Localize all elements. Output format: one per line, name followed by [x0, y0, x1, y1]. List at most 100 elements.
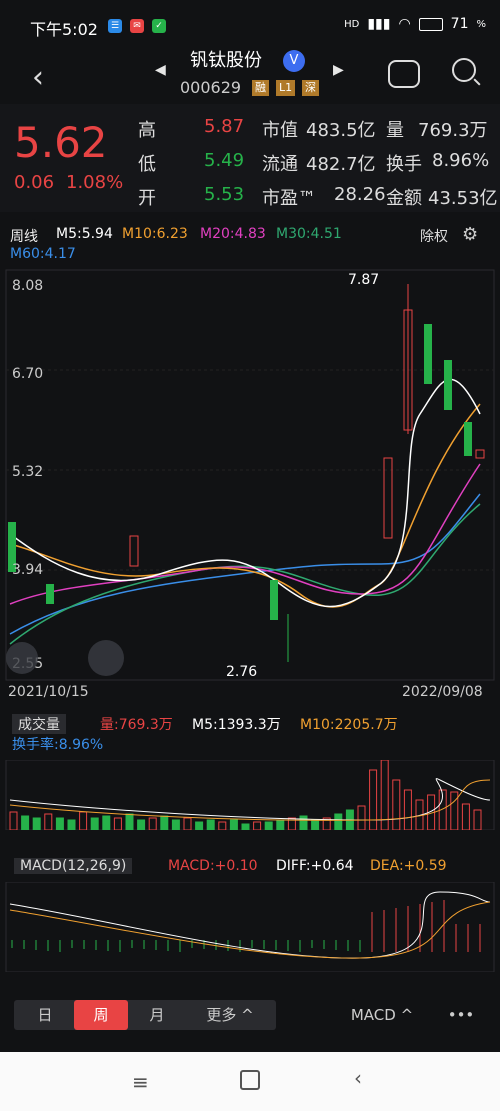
y-label-4: 3.94 — [12, 562, 43, 578]
volume-bar — [253, 821, 262, 830]
candles — [8, 284, 485, 662]
volume-bar — [218, 821, 227, 830]
vol-m5: M5:1393.3万 — [192, 717, 281, 733]
volume-bar — [195, 821, 204, 830]
battery-icon — [418, 17, 443, 31]
macd-bars — [11, 900, 481, 952]
volume-bar — [369, 769, 378, 830]
value-float: 482.7亿 — [306, 154, 376, 175]
volume-bar — [241, 823, 250, 830]
prev-stock-button[interactable]: ◀ — [155, 62, 166, 78]
back-button[interactable]: ‹ — [32, 60, 44, 95]
ma30-label: M30:4.51 — [276, 226, 342, 242]
volume-chart[interactable] — [0, 760, 500, 830]
volume-bar — [461, 803, 470, 830]
volume-bar — [450, 791, 459, 830]
label-amount: 金额 — [386, 188, 422, 209]
volume-bar — [90, 817, 99, 830]
volume-bar — [171, 819, 180, 830]
robot-icon[interactable] — [388, 60, 420, 88]
label-open: 开 — [138, 188, 156, 209]
stock-code: 000629 — [180, 78, 242, 97]
volume-bar — [183, 817, 192, 830]
kline-chart[interactable]: 8.08 6.70 5.32 3.94 2.55 7.87 2.76 — [0, 264, 500, 684]
y-label-mid: 6.70 — [12, 366, 43, 382]
app-icon: ✉ — [130, 19, 144, 33]
ma60-label: M60:4.17 — [10, 246, 76, 262]
period-label[interactable]: 周线 — [10, 226, 38, 246]
macd-diff: DIFF:+0.64 — [276, 858, 354, 874]
battery-level: 71 — [450, 16, 469, 32]
volume-bar — [206, 819, 215, 830]
current-price: 5.62 — [14, 118, 108, 167]
drag-handle-left — [6, 642, 38, 674]
label-pe: 市盈™ — [262, 188, 316, 209]
volume-bar — [21, 815, 30, 830]
tag-margin: 融 — [252, 80, 269, 96]
volume-bar — [392, 779, 401, 830]
diff-line — [9, 891, 491, 959]
settings-icon[interactable]: ⚙ — [462, 224, 478, 245]
macd-chart[interactable] — [0, 882, 500, 972]
value-pe: 28.26 — [334, 184, 386, 205]
search-icon[interactable] — [452, 58, 476, 82]
next-stock-button[interactable]: ▶ — [333, 62, 344, 78]
tab-week[interactable]: 周 — [74, 1000, 128, 1030]
vol-ma5-line — [9, 778, 491, 821]
label-float: 流通 — [262, 154, 298, 175]
value-high: 5.87 — [204, 116, 245, 137]
volume-bar — [113, 817, 122, 830]
candle — [129, 535, 139, 567]
tab-month[interactable]: 月 — [134, 1000, 180, 1030]
volume-bar — [148, 817, 157, 830]
volume-bar — [102, 815, 111, 830]
volume-bar — [137, 819, 146, 830]
vol-indicator-select[interactable]: 成交量 — [12, 714, 66, 734]
volume-bar — [9, 811, 18, 830]
volume-bar — [311, 819, 320, 830]
turnover-rate: 换手率:8.96% — [12, 737, 104, 753]
system-nav-bar: ≡ ‹ — [0, 1052, 500, 1111]
candle — [270, 580, 278, 620]
vol-value: 量:769.3万 — [100, 717, 173, 733]
status-bar: 下午5:02 ☰ ✉ ✓ HD ▮▮▮ ◠ 71% — [0, 0, 500, 52]
back-nav-icon[interactable]: ‹ — [354, 1066, 362, 1090]
verified-icon: V — [283, 50, 305, 72]
value-turnover: 8.96% — [432, 150, 490, 171]
volume-bar — [55, 817, 64, 830]
max-label: 7.87 — [348, 272, 379, 288]
home-icon[interactable] — [240, 1070, 260, 1090]
volume-bar — [79, 811, 88, 830]
network-icon: HD — [344, 18, 360, 30]
tab-more[interactable]: 更多 ^ — [190, 1000, 270, 1030]
app-icon: ☰ — [108, 19, 122, 33]
value-amount: 43.53亿 — [428, 188, 498, 209]
label-mktcap: 市值 — [262, 120, 298, 141]
volume-bar — [357, 805, 366, 830]
volume-bar — [44, 813, 53, 830]
x-label-end: 2022/09/08 — [402, 684, 483, 700]
status-time: 下午5:02 — [30, 20, 98, 39]
y-label-top: 8.08 — [12, 278, 43, 294]
tab-day[interactable]: 日 — [22, 1000, 68, 1030]
volume-bar — [276, 819, 285, 830]
adjust-button[interactable]: 除权 — [420, 226, 448, 246]
stock-name: 钒钛股份 — [190, 50, 262, 71]
price-change-pct: 1.08% — [66, 172, 124, 193]
wifi-icon: ◠ — [398, 16, 411, 32]
menu-icon[interactable]: ≡ — [132, 1070, 149, 1094]
volume-bar — [334, 813, 343, 830]
macd-switch[interactable]: MACD ^ — [340, 1000, 424, 1030]
volume-bar — [473, 809, 482, 830]
label-high: 高 — [138, 120, 156, 141]
value-low: 5.49 — [204, 150, 245, 171]
signal-icon: ▮▮▮ — [367, 16, 391, 32]
volume-bar — [160, 815, 169, 830]
more-options-icon[interactable]: ••• — [436, 1000, 486, 1030]
value-mktcap: 483.5亿 — [306, 120, 376, 141]
candle — [46, 584, 54, 604]
label-turnover: 换手 — [386, 154, 422, 175]
volume-bar — [229, 819, 238, 830]
macd-indicator-select[interactable]: MACD(12,26,9) — [14, 858, 133, 874]
min-label: 2.76 — [226, 664, 257, 680]
